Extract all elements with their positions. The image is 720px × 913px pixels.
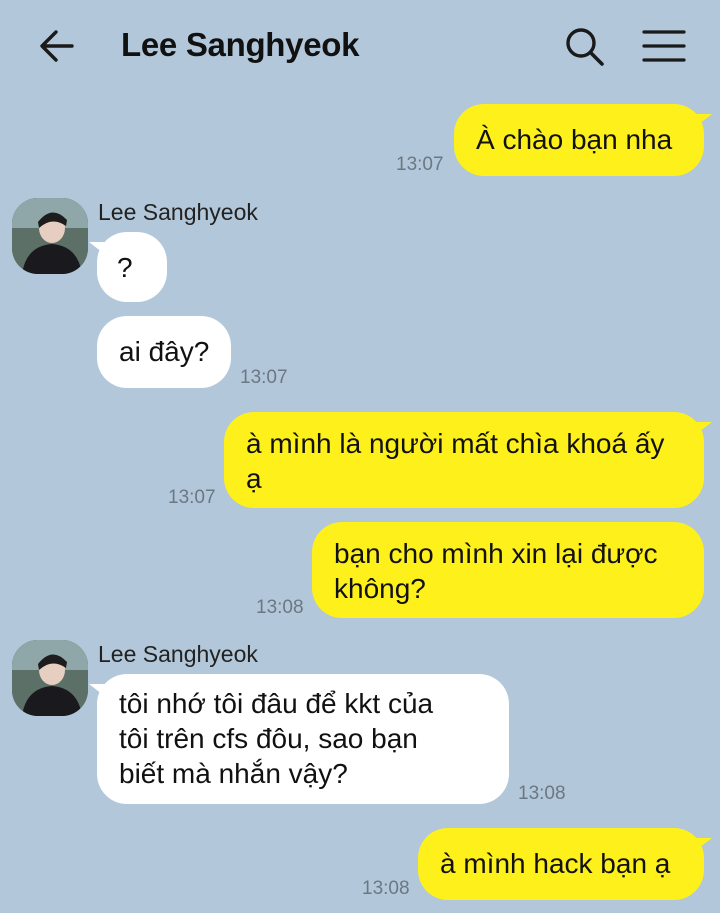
message-text: ạ bbox=[246, 463, 262, 494]
message-timestamp: 13:08 bbox=[256, 597, 304, 618]
message-text: biết mà nhắn vậy? bbox=[119, 758, 348, 789]
message-text: tôi nhớ tôi đâu để kkt của bbox=[119, 688, 434, 719]
their-message-bubble[interactable]: ? bbox=[89, 232, 167, 302]
my-message-bubble[interactable]: bạn cho mình xin lại được không? bbox=[312, 522, 704, 618]
profile-photo-icon bbox=[12, 640, 88, 716]
their-message-bubble[interactable]: ai đây? bbox=[97, 316, 231, 388]
sender-name: Lee Sanghyeok bbox=[98, 199, 258, 225]
sender-name: Lee Sanghyeok bbox=[98, 641, 258, 667]
menu-button[interactable] bbox=[640, 26, 688, 66]
message-text: à mình là người mất chìa khoá ấy bbox=[246, 428, 665, 459]
menu-icon bbox=[642, 30, 686, 62]
message-text: ? bbox=[117, 252, 133, 283]
my-message-bubble[interactable]: à mình hack bạn ạ bbox=[418, 828, 712, 900]
search-button[interactable] bbox=[562, 24, 608, 70]
message-text: À chào bạn nha bbox=[476, 124, 673, 155]
message-text: ai đây? bbox=[119, 336, 210, 367]
profile-photo-icon bbox=[12, 198, 88, 274]
message-timestamp: 13:07 bbox=[396, 154, 444, 175]
avatar[interactable] bbox=[12, 640, 88, 716]
chat-header: Lee Sanghyeok bbox=[0, 0, 720, 92]
search-icon bbox=[566, 28, 604, 66]
my-message-bubble[interactable]: À chào bạn nha bbox=[454, 104, 712, 176]
message-timestamp: 13:08 bbox=[362, 878, 410, 899]
their-message-bubble[interactable]: tôi nhớ tôi đâu để kkt của tôi trên cfs … bbox=[89, 674, 509, 804]
avatar[interactable] bbox=[12, 198, 88, 274]
back-arrow-icon bbox=[40, 30, 74, 62]
my-message-bubble[interactable]: à mình là người mất chìa khoá ấy ạ bbox=[224, 412, 712, 508]
message-timestamp: 13:07 bbox=[240, 367, 288, 388]
message-text: bạn cho mình xin lại được bbox=[334, 538, 658, 569]
message-text: không? bbox=[334, 573, 426, 604]
message-timestamp: 13:07 bbox=[168, 487, 216, 508]
message-text: tôi trên cfs đôu, sao bạn bbox=[119, 723, 418, 754]
message-timestamp: 13:08 bbox=[518, 783, 566, 804]
chat-title: Lee Sanghyeok bbox=[121, 26, 360, 63]
message-text: à mình hack bạn ạ bbox=[440, 848, 671, 879]
back-button[interactable] bbox=[34, 24, 82, 68]
